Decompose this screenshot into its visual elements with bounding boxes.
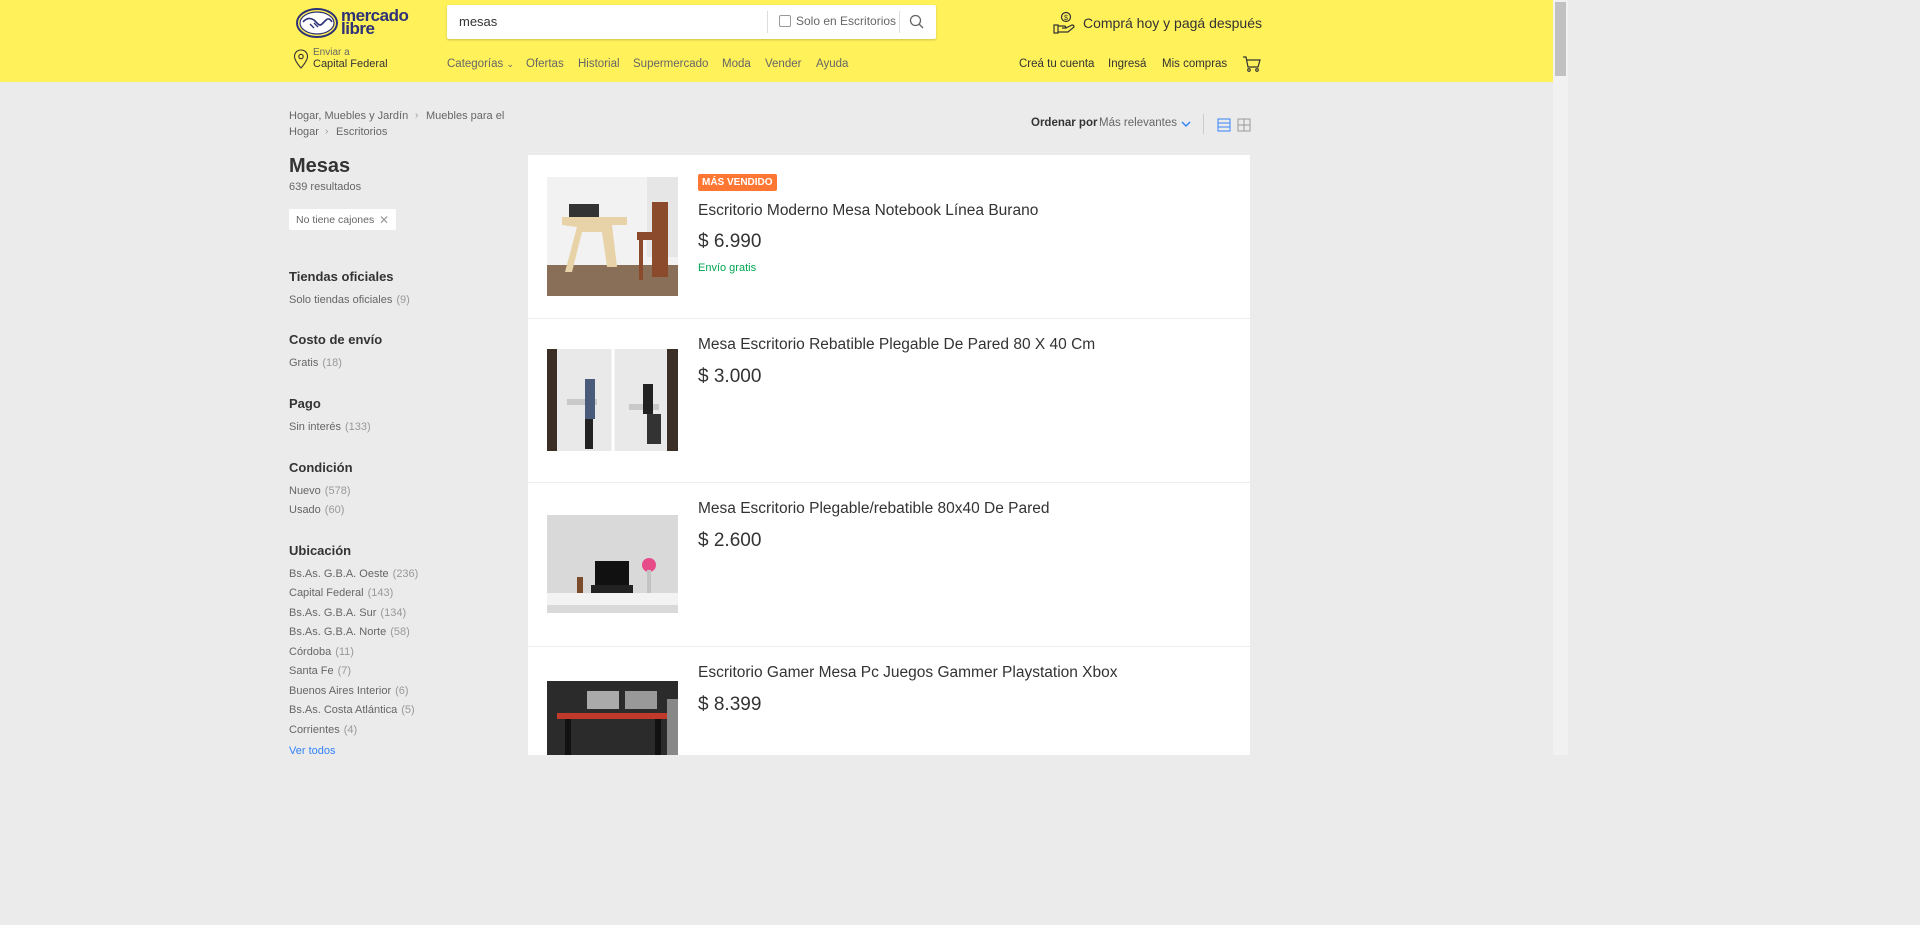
filter-item[interactable]: Bs.As. G.B.A. Sur (134) — [289, 607, 406, 619]
search-button[interactable] — [905, 11, 929, 33]
ship-label: Enviar a — [313, 47, 350, 58]
handshake-logo-icon — [296, 8, 338, 38]
product-image[interactable] — [547, 515, 678, 613]
breadcrumb-item[interactable]: Escritorios — [336, 126, 387, 138]
item-price: $ 2.600 — [698, 530, 762, 551]
category-checkbox-label[interactable]: Solo en Escritorios — [796, 14, 896, 28]
item-price: $ 8.399 — [698, 694, 762, 715]
list-item[interactable]: MÁS VENDIDO Escritorio Moderno Mesa Note… — [528, 155, 1250, 319]
cart-icon — [1243, 56, 1261, 72]
filter-item[interactable]: Bs.As. G.B.A. Norte (58) — [289, 626, 410, 638]
filter-title: Pago — [289, 396, 321, 411]
filter-title: Tiendas oficiales — [289, 269, 394, 284]
item-title[interactable]: Escritorio Gamer Mesa Pc Juegos Gammer P… — [698, 664, 1118, 682]
see-all-link[interactable]: Ver todos — [289, 745, 335, 757]
chevron-down-icon: ⌄ — [506, 59, 515, 69]
grid-view-icon[interactable] — [1237, 118, 1251, 137]
svg-text:$: $ — [1064, 15, 1068, 22]
results-list: MÁS VENDIDO Escritorio Moderno Mesa Note… — [528, 155, 1250, 755]
chevron-down-icon[interactable] — [1180, 117, 1192, 135]
item-price: $ 3.000 — [698, 366, 762, 387]
my-purchases-link[interactable]: Mis compras — [1162, 58, 1227, 70]
filter-item[interactable]: Santa Fe (7) — [289, 665, 351, 677]
divider — [1203, 114, 1204, 134]
item-title[interactable]: Escritorio Moderno Mesa Notebook Línea B… — [698, 202, 1038, 220]
divider — [767, 11, 768, 33]
filter-item[interactable]: Solo tiendas oficiales (9) — [289, 294, 410, 306]
item-title[interactable]: Mesa Escritorio Rebatible Plegable De Pa… — [698, 336, 1095, 354]
item-title[interactable]: Mesa Escritorio Plegable/rebatible 80x40… — [698, 500, 1050, 518]
filter-title: Ubicación — [289, 543, 352, 558]
search-input[interactable]: mesas — [459, 14, 497, 29]
search-bar[interactable]: mesas Solo en Escritorios — [447, 5, 936, 39]
chevron-right-icon: › — [415, 110, 419, 121]
shipping-location[interactable]: Enviar a Capital Federal — [293, 47, 388, 74]
divider — [899, 11, 900, 33]
nav-categorias[interactable]: Categorías ⌄ — [447, 58, 514, 70]
ship-city: Capital Federal — [313, 58, 388, 70]
sort-label: Ordenar por — [1031, 117, 1098, 129]
sort-dropdown[interactable]: Más relevantes — [1099, 117, 1177, 129]
filter-item[interactable]: Bs.As. G.B.A. Oeste (236) — [289, 568, 418, 580]
product-image[interactable] — [547, 177, 678, 296]
product-image[interactable] — [547, 349, 678, 451]
search-icon — [909, 14, 924, 29]
list-item[interactable]: Escritorio Gamer Mesa Pc Juegos Gammer P… — [528, 647, 1250, 755]
nav-historial[interactable]: Historial — [578, 58, 620, 70]
best-seller-badge: MÁS VENDIDO — [698, 174, 777, 191]
logo-wordmark: mercado libre — [341, 6, 409, 38]
nav-moda[interactable]: Moda — [722, 58, 751, 70]
active-filter-label: No tiene cajones — [296, 214, 375, 226]
filter-title: Costo de envío — [289, 332, 383, 347]
filter-item[interactable]: Gratis (18) — [289, 357, 342, 369]
breadcrumb-item[interactable]: Hogar, Muebles y Jardín — [289, 110, 408, 122]
create-account-link[interactable]: Creá tu cuenta — [1019, 58, 1094, 70]
page-scrollbar[interactable] — [1553, 0, 1568, 755]
filter-item[interactable]: Nuevo (578) — [289, 485, 350, 497]
login-link[interactable]: Ingresá — [1108, 58, 1146, 70]
active-filter-chip[interactable]: No tiene cajones ✕ — [289, 209, 396, 230]
chevron-right-icon: › — [325, 126, 329, 137]
filter-item[interactable]: Capital Federal (143) — [289, 587, 393, 599]
hand-coin-icon: $ — [1053, 11, 1075, 34]
results-count: 639 resultados — [289, 181, 362, 193]
filter-title: Condición — [289, 460, 353, 475]
list-view-icon[interactable] — [1217, 118, 1231, 137]
nav-ofertas[interactable]: Ofertas — [526, 58, 564, 70]
filter-item[interactable]: Usado (60) — [289, 504, 344, 516]
filter-item[interactable]: Corrientes (4) — [289, 724, 357, 736]
filter-item[interactable]: Sin interés (133) — [289, 421, 371, 433]
promo-banner[interactable]: $ Comprá hoy y pagá después — [1052, 11, 1262, 35]
scrollbar-thumb[interactable] — [1555, 2, 1566, 76]
nav-ayuda[interactable]: Ayuda — [816, 58, 848, 70]
filter-item[interactable]: Bs.As. Costa Atlántica (5) — [289, 704, 415, 716]
list-item[interactable]: Mesa Escritorio Rebatible Plegable De Pa… — [528, 319, 1250, 483]
list-item[interactable]: Mesa Escritorio Plegable/rebatible 80x40… — [528, 483, 1250, 647]
item-price: $ 6.990 — [698, 231, 762, 252]
cart-button[interactable] — [1242, 56, 1262, 77]
breadcrumb-item[interactable]: Hogar — [289, 126, 319, 138]
product-image[interactable] — [547, 681, 678, 755]
nav-supermercado[interactable]: Supermercado — [633, 58, 708, 70]
page-title: Mesas — [289, 155, 351, 177]
header: mercado libre mesas Solo en Escritorios … — [0, 0, 1553, 82]
filter-item[interactable]: Buenos Aires Interior (6) — [289, 685, 409, 697]
nav-vender[interactable]: Vender — [765, 58, 801, 70]
category-checkbox[interactable] — [779, 15, 791, 27]
close-icon[interactable]: ✕ — [379, 213, 389, 227]
filter-item[interactable]: Córdoba (11) — [289, 646, 354, 658]
mercadolibre-logo[interactable]: mercado libre — [296, 6, 409, 38]
location-pin-icon — [293, 49, 309, 69]
promo-text: Comprá hoy y pagá después — [1083, 15, 1262, 31]
item-shipping: Envío gratis — [698, 262, 757, 274]
breadcrumb-item[interactable]: Muebles para el — [426, 110, 504, 122]
